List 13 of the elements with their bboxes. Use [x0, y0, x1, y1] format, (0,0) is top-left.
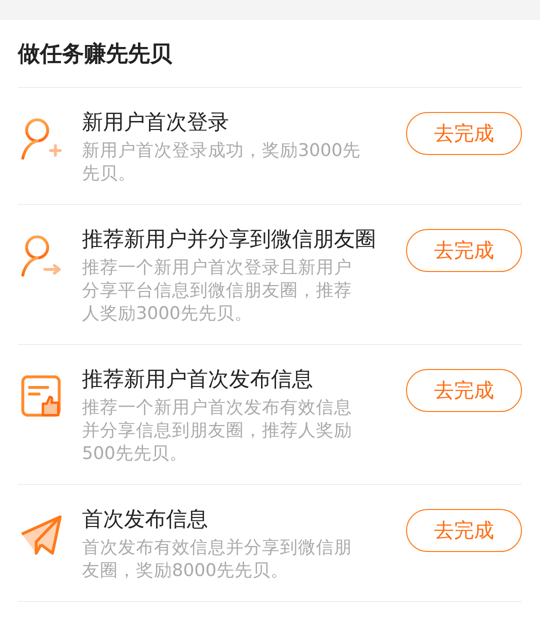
- task-description: 首次发布有效信息并分享到微信朋友圈，奖励8000先先贝。: [82, 537, 353, 583]
- complete-button[interactable]: 去完成: [406, 112, 522, 155]
- task-title: 推荐新用户并分享到微信朋友圈: [82, 226, 377, 253]
- section-title: 做任务赚先先贝: [18, 40, 172, 68]
- task-title: 推荐新用户首次发布信息: [82, 366, 314, 393]
- task-description: 推荐一个新用户首次登录且新用户分享平台信息到微信朋友圈，推荐人奖励3000先先贝。: [82, 257, 353, 326]
- complete-button[interactable]: 去完成: [406, 229, 522, 272]
- complete-button[interactable]: 去完成: [406, 509, 522, 552]
- task-title: 新用户首次登录: [82, 109, 230, 136]
- task-description: 推荐一个新用户首次发布有效信息并分享信息到朋友圈，推荐人奖励500先先贝。: [82, 397, 353, 466]
- task-description: 新用户首次登录成功，奖励3000先先贝。: [82, 140, 362, 186]
- complete-button[interactable]: 去完成: [406, 369, 522, 412]
- task-title: 首次发布信息: [82, 506, 209, 533]
